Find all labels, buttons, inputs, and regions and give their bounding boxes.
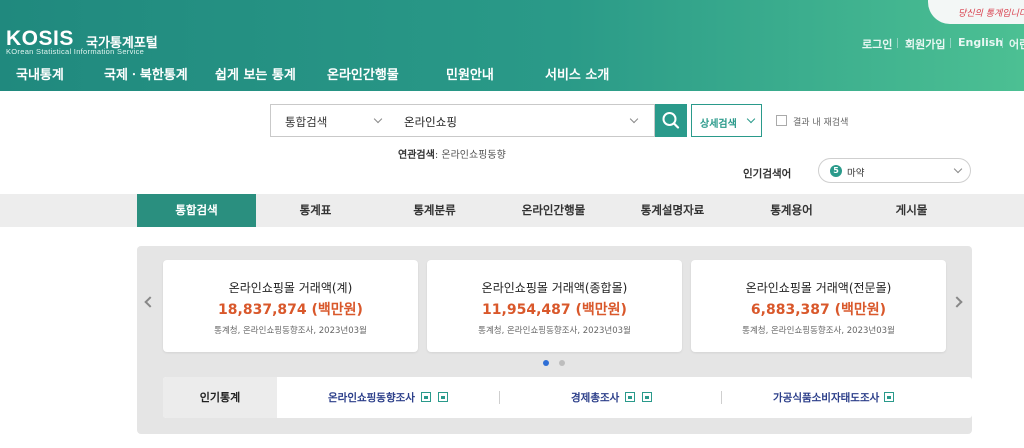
kids-link[interactable]: 어린 <box>1009 36 1024 52</box>
util-divider <box>1002 38 1003 48</box>
card-title: 온라인쇼핑몰 거래액(계) <box>228 281 353 295</box>
chevron-down-icon <box>373 114 383 124</box>
signup-link[interactable]: 회원가입 <box>905 36 945 52</box>
card-title: 온라인쇼핑몰 거래액(전문몰) <box>745 281 892 295</box>
popular-stat-link[interactable]: 경제총조사 <box>571 390 619 405</box>
card-value: 6,883,387 (백만원) <box>750 302 887 318</box>
card-source: 통계청, 온라인쇼핑동향조사, 2023년03월 <box>478 326 631 336</box>
nav-publications[interactable]: 온라인간행물 <box>327 64 399 83</box>
result-tabs: 통합검색 통계표 통계분류 온라인간행물 통계설명자료 통계용어 게시물 <box>0 194 1024 227</box>
table-icon[interactable] <box>625 392 635 402</box>
search-icon <box>662 112 680 129</box>
nav-easy-stats[interactable]: 쉽게 보는 통계 <box>215 64 296 83</box>
util-divider <box>897 38 898 48</box>
search-scope-select[interactable]: 통합검색 <box>270 104 391 137</box>
popular-stats-label: 인기통계 <box>163 377 277 418</box>
chevron-down-icon <box>629 114 639 124</box>
related-search: 연관검색: 온라인쇼핑동향 <box>398 150 506 161</box>
search-within-label[interactable]: 결과 내 재검색 <box>793 115 848 128</box>
stat-card[interactable]: 온라인쇼핑몰 거래액(계) 18,837,874 (백만원) 통계청, 온라인쇼… <box>163 260 418 352</box>
related-search-label: 연관검색 <box>398 150 435 161</box>
card-title: 온라인쇼핑몰 거래액(종합몰) <box>481 281 628 295</box>
link-divider <box>721 391 722 404</box>
search-button[interactable] <box>655 104 687 137</box>
stat-card[interactable]: 온라인쇼핑몰 거래액(종합몰) 11,954,487 (백만원) 통계청, 온라… <box>427 260 682 352</box>
tab-descriptions[interactable]: 통계설명자료 <box>613 194 732 227</box>
popular-search-dropdown[interactable]: 5 마약 <box>818 158 971 183</box>
advanced-search-label: 상세검색 <box>700 119 737 130</box>
search-input[interactable]: 온라인쇼핑 <box>390 104 655 137</box>
advanced-search-button[interactable]: 상세검색 <box>691 104 762 137</box>
popular-stat-link[interactable]: 가공식품소비자태도조사 <box>773 390 879 405</box>
link-divider <box>499 391 500 404</box>
logo-subtitle: KOrean Statistical Information Service <box>6 47 145 56</box>
document-icon[interactable] <box>642 392 652 402</box>
search-query: 온라인쇼핑 <box>404 115 457 129</box>
slogan-text: 당신의 통계입니다 <box>958 9 1024 19</box>
search-within-checkbox[interactable] <box>776 115 787 126</box>
tab-classification[interactable]: 통계분류 <box>375 194 494 227</box>
tab-publications[interactable]: 온라인간행물 <box>494 194 613 227</box>
login-link[interactable]: 로그인 <box>862 36 892 52</box>
carousel-dot-active[interactable] <box>543 360 549 366</box>
nav-domestic[interactable]: 국내통계 <box>16 64 64 83</box>
nav-international[interactable]: 국제ㆍ북한통계 <box>104 64 188 83</box>
popular-search-label: 인기검색어 <box>743 168 792 180</box>
popular-search-term: 마약 <box>847 168 865 179</box>
english-link[interactable]: English <box>958 36 1003 49</box>
table-icon[interactable] <box>421 392 431 402</box>
document-icon[interactable] <box>438 392 448 402</box>
stat-card[interactable]: 온라인쇼핑몰 거래액(전문몰) 6,883,387 (백만원) 통계청, 온라인… <box>691 260 946 352</box>
popular-rank-badge: 5 <box>830 165 842 177</box>
related-search-term[interactable]: 온라인쇼핑동향 <box>441 150 505 161</box>
chevron-down-icon <box>953 164 963 174</box>
carousel-dot[interactable] <box>559 360 565 366</box>
card-value: 18,837,874 (백만원) <box>218 302 363 318</box>
nav-civil-service[interactable]: 민원안내 <box>446 64 494 83</box>
tab-stat-tables[interactable]: 통계표 <box>256 194 375 227</box>
card-value: 11,954,487 (백만원) <box>482 302 627 318</box>
document-icon[interactable] <box>884 392 894 402</box>
search-scope-value: 통합검색 <box>285 115 328 129</box>
tab-integrated[interactable]: 통합검색 <box>137 194 256 227</box>
nav-service-intro[interactable]: 서비스 소개 <box>545 64 609 83</box>
card-source: 통계청, 온라인쇼핑동향조사, 2023년03월 <box>742 326 895 336</box>
tab-posts[interactable]: 게시물 <box>852 194 971 227</box>
top-header: KOSIS 국가통계포털 KOrean Statistical Informat… <box>0 0 1024 91</box>
card-source: 통계청, 온라인쇼핑동향조사, 2023년03월 <box>214 326 367 336</box>
tab-glossary[interactable]: 통계용어 <box>732 194 851 227</box>
slogan-badge: 당신의 통계입니다 <box>928 0 1024 24</box>
util-divider <box>950 38 951 48</box>
popular-stat-link[interactable]: 온라인쇼핑동향조사 <box>328 390 415 405</box>
chevron-down-icon <box>746 114 756 124</box>
